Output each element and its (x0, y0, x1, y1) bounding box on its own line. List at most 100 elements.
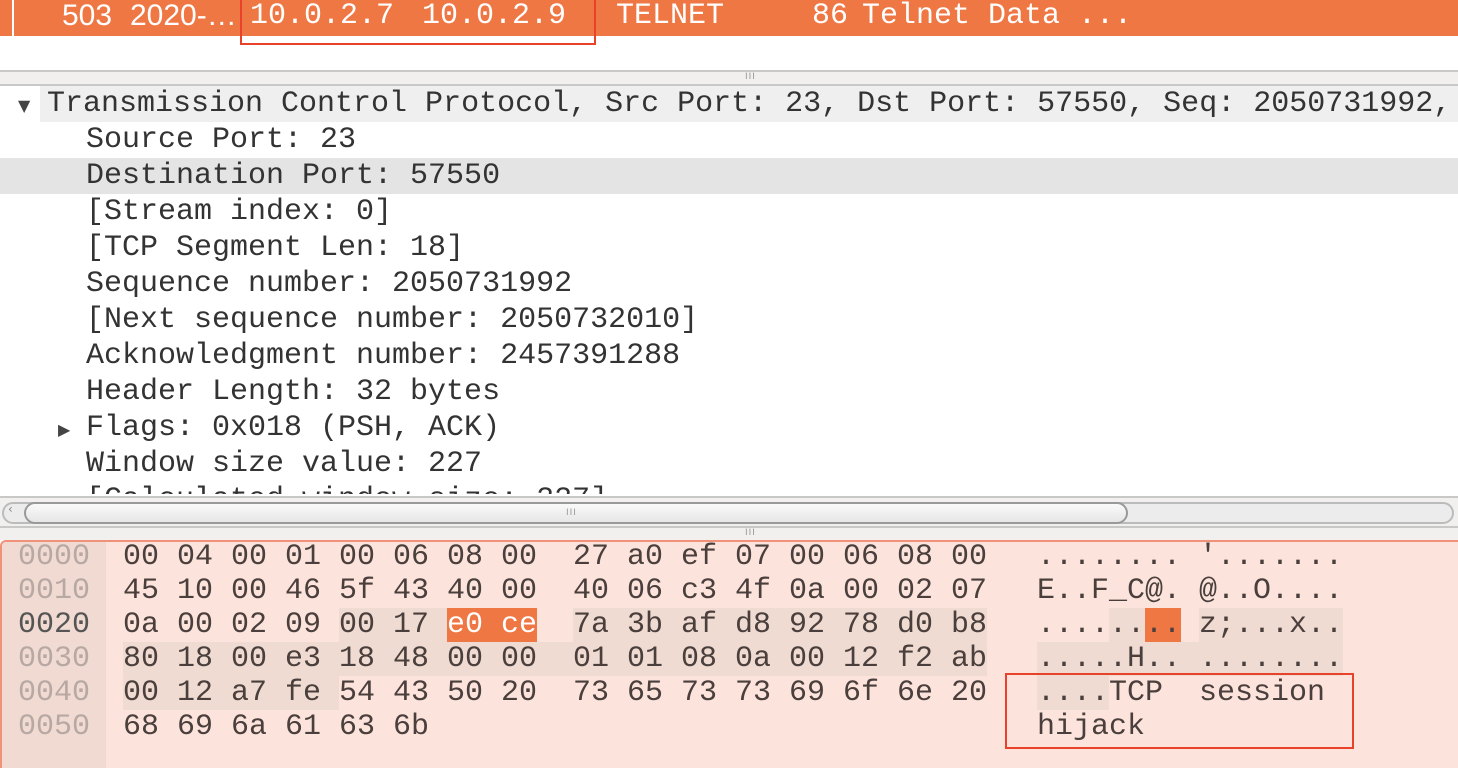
tree-item[interactable]: [Calculated window size: 227] (0, 482, 1458, 494)
hex-byte[interactable]: c3 (681, 574, 735, 608)
hex-byte[interactable]: 6b (393, 710, 447, 744)
hex-byte[interactable]: e3 (285, 642, 339, 676)
ascii-row[interactable]: hijack (1037, 710, 1145, 744)
tree-item[interactable]: ▼ Transmission Control Protocol, Src Port… (0, 86, 1458, 122)
hex-byte[interactable]: 00 (123, 542, 177, 574)
hex-byte[interactable]: 00 (339, 542, 393, 574)
hex-byte[interactable]: ef (681, 542, 735, 574)
hex-byte[interactable]: 61 (285, 710, 339, 744)
hex-byte[interactable]: 0a (789, 574, 843, 608)
hex-byte[interactable]: 00 (231, 542, 285, 574)
hex-byte[interactable]: 54 (339, 676, 393, 710)
hex-byte[interactable]: 00 (231, 642, 285, 676)
hex-byte[interactable]: 40 (573, 574, 627, 608)
hex-byte[interactable]: a7 (231, 676, 285, 710)
pane-splitter-top[interactable]: III (0, 70, 1458, 86)
hex-byte[interactable]: d8 (735, 608, 789, 642)
hex-byte[interactable]: 00 (789, 542, 843, 574)
hex-byte[interactable]: 40 (447, 574, 501, 608)
hex-byte[interactable]: 0a (123, 608, 177, 642)
hex-byte[interactable]: 01 (285, 542, 339, 574)
hex-byte[interactable]: 73 (573, 676, 627, 710)
ascii-row[interactable]: ........ z;...x.. (1037, 608, 1343, 642)
hex-byte[interactable]: 17 (393, 608, 447, 642)
hex-byte[interactable]: af (681, 608, 735, 642)
ascii-row[interactable]: E..F_C@. @..O.... (1037, 574, 1343, 608)
hex-byte[interactable]: 6e (897, 676, 951, 710)
tree-item[interactable]: Header Length: 32 bytes (0, 374, 1458, 410)
hex-byte[interactable]: b8 (951, 608, 987, 642)
tree-item[interactable]: Sequence number: 2050731992 (0, 266, 1458, 302)
expanded-triangle-icon[interactable]: ▼ (18, 88, 30, 124)
tree-item[interactable]: ▶ Flags: 0x018 (PSH, ACK) (0, 410, 1458, 446)
hex-byte[interactable]: 69 (177, 710, 231, 744)
hex-byte[interactable]: 45 (123, 574, 177, 608)
tree-item[interactable]: Destination Port: 57550 (0, 158, 1458, 194)
hex-byte[interactable]: 02 (897, 574, 951, 608)
hex-byte[interactable]: 68 (123, 710, 177, 744)
hex-byte[interactable]: ab (951, 642, 987, 676)
hex-byte[interactable]: 00 (231, 574, 285, 608)
tree-item[interactable]: [Next sequence number: 2050732010] (0, 302, 1458, 338)
hex-byte[interactable]: 20 (951, 676, 987, 710)
hex-byte[interactable]: 00 (339, 608, 393, 642)
hex-byte[interactable]: 09 (285, 608, 339, 642)
hex-byte[interactable]: 46 (285, 574, 339, 608)
hex-byte[interactable]: 06 (843, 542, 897, 574)
collapsed-triangle-icon[interactable]: ▶ (58, 412, 70, 448)
hex-byte[interactable]: 63 (339, 710, 393, 744)
hex-byte[interactable]: 06 (393, 542, 447, 574)
hex-byte[interactable]: 80 (123, 642, 177, 676)
tree-item[interactable]: [Stream index: 0] (0, 194, 1458, 230)
hex-byte[interactable]: 01 (573, 642, 627, 676)
hex-byte[interactable]: 65 (627, 676, 681, 710)
pane-splitter-bottom[interactable]: III (0, 526, 1458, 540)
hex-byte[interactable]: 00 (501, 542, 537, 574)
hex-byte[interactable]: e0 (447, 608, 501, 642)
ascii-row[interactable]: .....H.. ........ (1037, 642, 1343, 676)
hex-byte[interactable]: 3b (627, 608, 681, 642)
hex-byte[interactable]: a0 (627, 542, 681, 574)
hex-byte[interactable]: 18 (177, 642, 231, 676)
hex-byte[interactable]: 08 (897, 542, 951, 574)
tree-item[interactable]: [TCP Segment Len: 18] (0, 230, 1458, 266)
hex-byte[interactable]: 48 (393, 642, 447, 676)
hex-byte[interactable]: 00 (447, 642, 501, 676)
hex-byte[interactable]: 00 (177, 608, 231, 642)
tree-item[interactable]: Source Port: 23 (0, 122, 1458, 158)
hex-byte[interactable]: 12 (843, 642, 897, 676)
hex-byte[interactable]: 43 (393, 574, 447, 608)
hex-byte[interactable]: 00 (789, 642, 843, 676)
hex-byte[interactable]: 07 (951, 574, 987, 608)
hex-byte[interactable]: 00 (843, 574, 897, 608)
hex-byte[interactable]: 10 (177, 574, 231, 608)
hex-byte[interactable]: 0a (735, 642, 789, 676)
hex-byte[interactable]: 00 (123, 676, 177, 710)
hex-byte[interactable]: 5f (339, 574, 393, 608)
hex-byte[interactable]: 12 (177, 676, 231, 710)
hex-byte[interactable]: 50 (447, 676, 501, 710)
hex-byte[interactable]: 07 (735, 542, 789, 574)
hex-byte[interactable]: 73 (735, 676, 789, 710)
hex-byte[interactable]: 78 (843, 608, 897, 642)
packet-details-tree[interactable]: ▼ Transmission Control Protocol, Src Port… (0, 86, 1458, 494)
hex-byte[interactable]: 00 (501, 574, 537, 608)
hex-byte[interactable]: 73 (681, 676, 735, 710)
hex-byte[interactable]: 6a (231, 710, 285, 744)
hex-byte[interactable]: f2 (897, 642, 951, 676)
hex-byte[interactable]: 00 (501, 642, 573, 676)
tree-item[interactable]: Window size value: 227 (0, 446, 1458, 482)
hex-byte[interactable]: 69 (789, 676, 843, 710)
hex-byte[interactable]: 02 (231, 608, 285, 642)
hex-byte[interactable]: 7a (573, 608, 627, 642)
packet-list-selected-row[interactable]: 503 2020-… 10.0.2.7 10.0.2.9 TELNET 86 T… (0, 0, 1458, 36)
ascii-row[interactable]: ........ '....... (1037, 542, 1343, 574)
hex-byte[interactable]: 27 (573, 542, 627, 574)
tree-item[interactable]: Acknowledgment number: 2457391288 (0, 338, 1458, 374)
hex-byte[interactable]: 08 (447, 542, 501, 574)
hex-byte[interactable]: d0 (897, 608, 951, 642)
hex-byte[interactable]: 20 (501, 676, 537, 710)
hex-byte[interactable]: fe (285, 676, 339, 710)
ascii-row[interactable]: ....TCP session (1037, 676, 1343, 710)
hex-byte[interactable]: 06 (627, 574, 681, 608)
